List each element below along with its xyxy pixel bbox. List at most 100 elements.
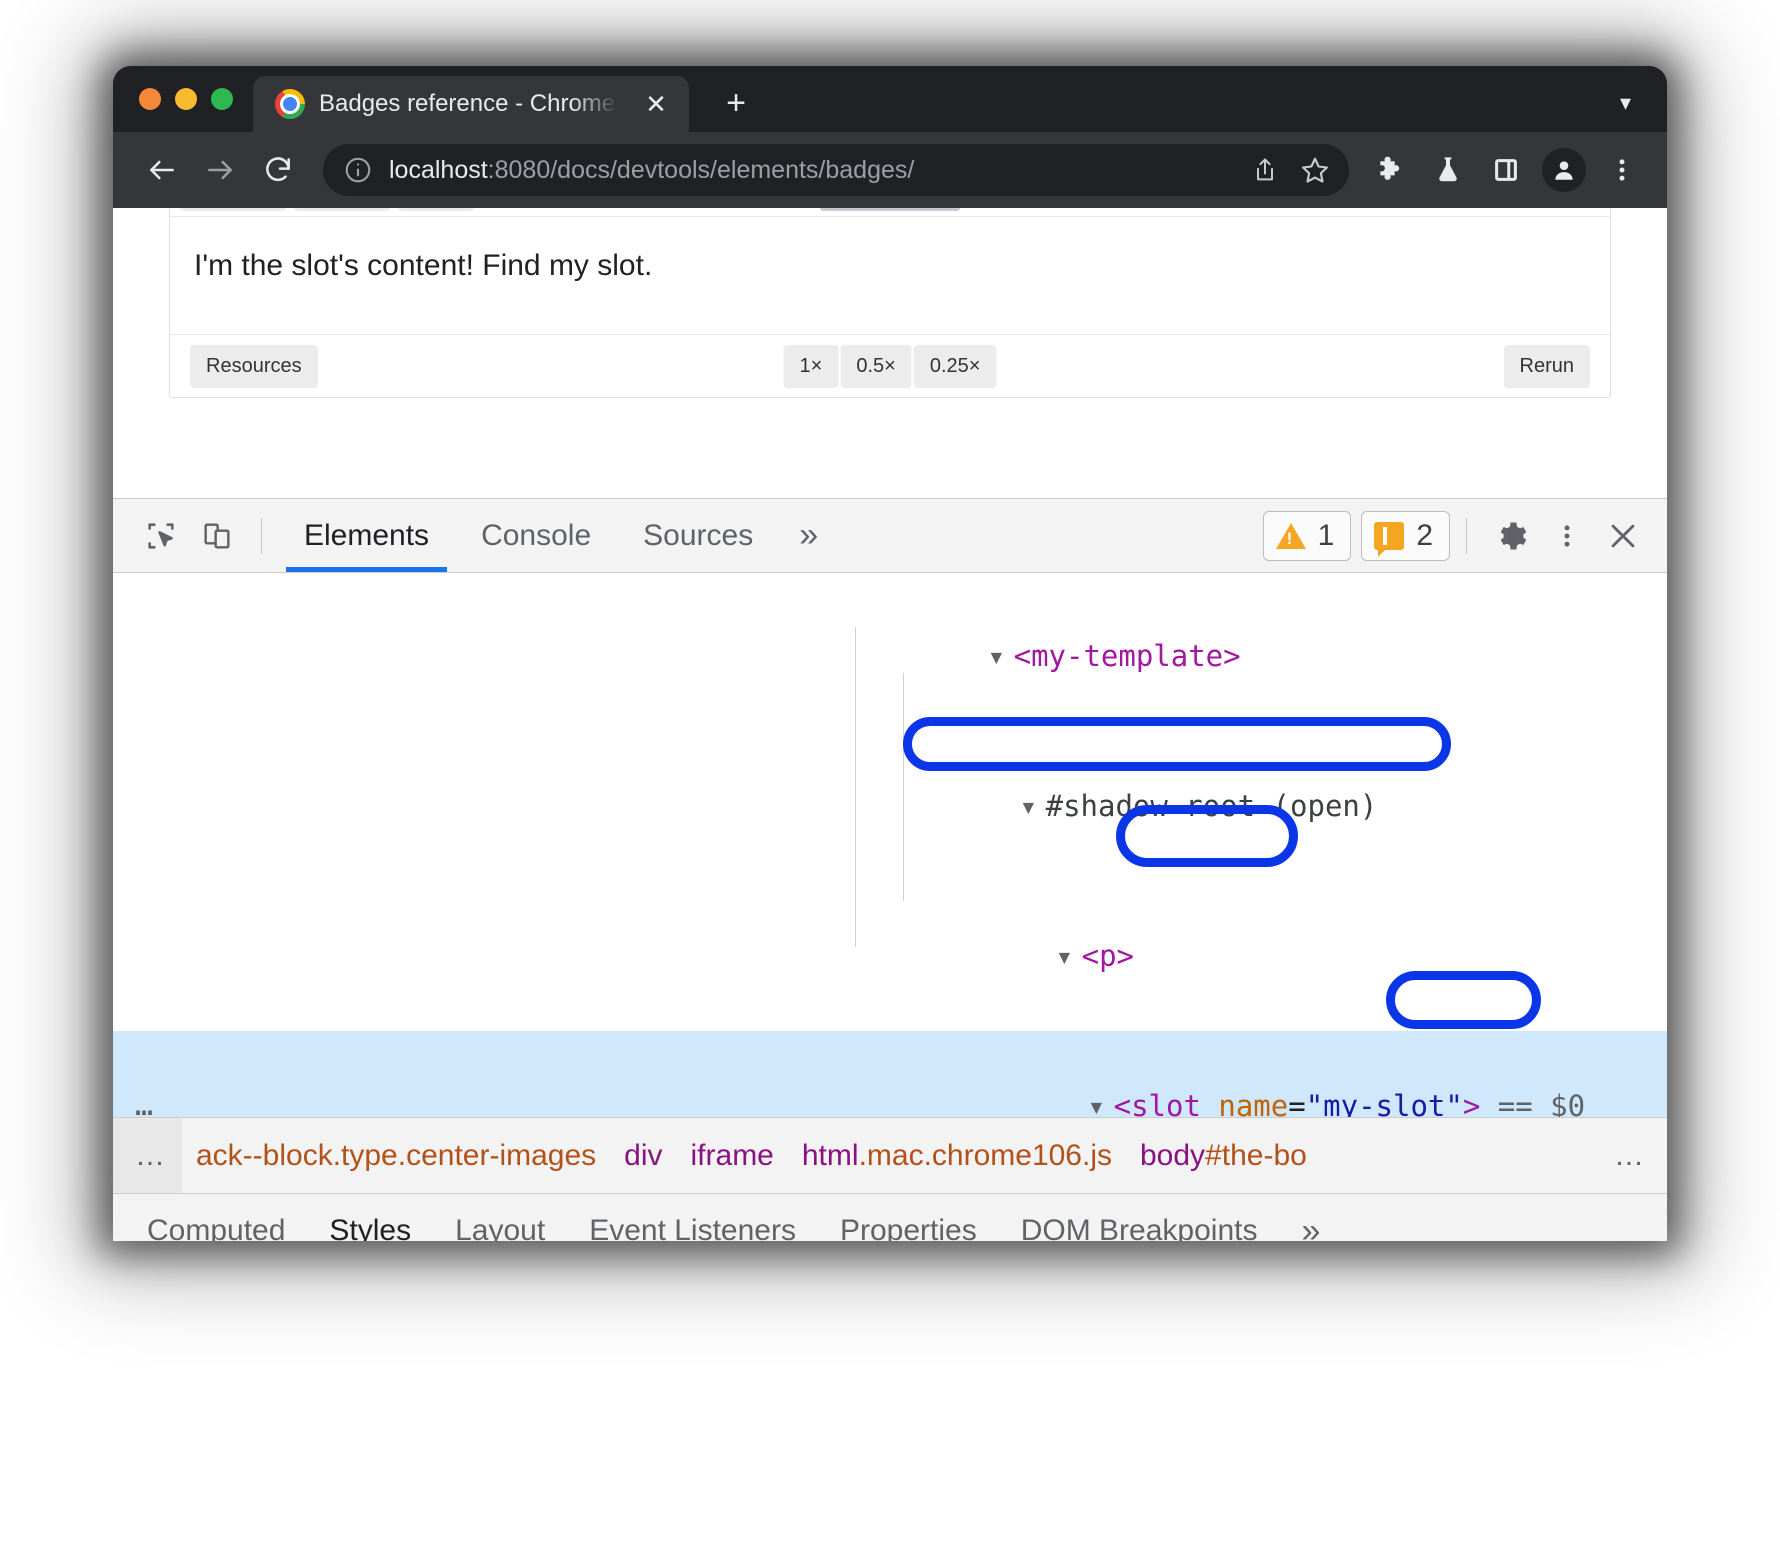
address-bar-url: localhost:8080/docs/devtools/elements/ba… bbox=[389, 156, 1237, 185]
tab-properties[interactable]: Properties bbox=[818, 1194, 999, 1241]
browser-toolbar: localhost:8080/docs/devtools/elements/ba… bbox=[113, 132, 1667, 208]
attr-name: name bbox=[1218, 1089, 1288, 1117]
side-panel-icon[interactable] bbox=[1479, 143, 1533, 197]
rerun-button[interactable]: Rerun bbox=[1504, 345, 1590, 388]
tab-dom-breakpoints[interactable]: DOM Breakpoints bbox=[999, 1194, 1280, 1241]
more-tabs-icon[interactable]: » bbox=[779, 499, 838, 572]
breadcrumb-item-class: .mac.chrome106.js bbox=[859, 1139, 1112, 1172]
tab-elements[interactable]: Elements bbox=[278, 499, 455, 572]
zoom-button-group: 1× 0.5× 0.25× bbox=[784, 345, 997, 388]
issue-bubble-icon bbox=[1374, 522, 1404, 550]
close-icon[interactable] bbox=[1595, 508, 1651, 564]
issues-count: 2 bbox=[1416, 519, 1433, 553]
breadcrumb-item-element: body bbox=[1140, 1139, 1205, 1172]
warning-counter[interactable]: 1 bbox=[1263, 511, 1352, 561]
zoom-0.25x-button[interactable]: 0.25× bbox=[914, 345, 997, 388]
avatar-person-icon bbox=[1542, 148, 1586, 192]
toolbar-divider bbox=[1466, 518, 1467, 554]
expand-triangle-icon[interactable]: ▾ bbox=[1020, 781, 1046, 831]
arrow-right-icon[interactable] bbox=[193, 143, 247, 197]
styles-pane-tab-bar: Computed Styles Layout Event Listeners P… bbox=[113, 1193, 1667, 1241]
tab-styles[interactable]: Styles bbox=[307, 1194, 433, 1241]
expand-triangle-icon[interactable]: ▾ bbox=[1056, 931, 1082, 981]
resources-button[interactable]: Resources bbox=[190, 345, 318, 388]
share-icon[interactable] bbox=[1243, 148, 1287, 192]
address-bar[interactable]: localhost:8080/docs/devtools/elements/ba… bbox=[323, 144, 1349, 196]
star-icon[interactable] bbox=[1293, 148, 1337, 192]
chevron-down-icon[interactable]: ▾ bbox=[1620, 90, 1667, 132]
gear-icon[interactable] bbox=[1483, 508, 1539, 564]
breadcrumb: … ack--block.type.center-images div ifra… bbox=[113, 1117, 1667, 1193]
maximize-window-button[interactable] bbox=[211, 88, 233, 110]
tab-layout[interactable]: Layout bbox=[433, 1194, 567, 1241]
tab-event-listeners[interactable]: Event Listeners bbox=[567, 1194, 818, 1241]
reload-icon[interactable] bbox=[251, 143, 305, 197]
breadcrumb-left-ellipsis[interactable]: … bbox=[113, 1118, 182, 1193]
dom-row-p-open[interactable]: ▾<p> bbox=[113, 881, 1667, 1031]
dom-tree: ▾<my-template> ▾#shadow-root (open) ▾<p>… bbox=[113, 573, 1667, 1117]
arrow-left-icon[interactable] bbox=[135, 143, 189, 197]
plus-icon[interactable]: + bbox=[713, 80, 759, 126]
breadcrumb-item[interactable]: div bbox=[610, 1139, 676, 1173]
puzzle-piece-icon[interactable] bbox=[1363, 143, 1417, 197]
more-sub-tabs-icon[interactable]: » bbox=[1279, 1194, 1342, 1241]
selected-node-marker: == $0 bbox=[1498, 1089, 1585, 1117]
tag-p: <p> bbox=[1082, 939, 1134, 973]
chrome-browser-window: Badges reference - Chrome De ✕ + ▾ bbox=[113, 66, 1667, 1241]
demo-chip[interactable] bbox=[398, 208, 474, 211]
devtools-tab-bar: Elements Console Sources » bbox=[278, 499, 838, 572]
demo-output-area: I'm the slot's content! Find my slot. bbox=[170, 217, 1610, 335]
tab-title: Badges reference - Chrome De bbox=[319, 90, 619, 118]
embedded-demo-frame: ▾ I'm the slot's content! Find my slot. … bbox=[169, 208, 1611, 398]
info-circle-icon[interactable] bbox=[343, 155, 373, 185]
chrome-logo-icon bbox=[275, 89, 305, 119]
issues-counter[interactable]: 2 bbox=[1361, 511, 1450, 561]
tag-slot-open: <slot bbox=[1114, 1089, 1201, 1117]
toolbar-divider bbox=[261, 518, 262, 554]
dom-row-my-template-open[interactable]: ▾<my-template> bbox=[113, 581, 1667, 731]
window-traffic-lights bbox=[113, 66, 253, 132]
tab-computed[interactable]: Computed bbox=[125, 1194, 307, 1241]
tab-console[interactable]: Console bbox=[455, 499, 617, 572]
url-host: localhost bbox=[389, 156, 488, 184]
zoom-1x-button[interactable]: 1× bbox=[784, 345, 839, 388]
three-dot-menu-icon[interactable] bbox=[1595, 143, 1649, 197]
dom-row-shadow-root[interactable]: ▾#shadow-root (open) bbox=[113, 731, 1667, 881]
flask-icon[interactable] bbox=[1421, 143, 1475, 197]
row-ellipsis[interactable]: … bbox=[135, 1091, 156, 1117]
tab-sources[interactable]: Sources bbox=[617, 499, 779, 572]
breadcrumb-item[interactable]: ack--block.type.center-images bbox=[182, 1139, 610, 1173]
attr-value: "my-slot" bbox=[1306, 1089, 1463, 1117]
zoom-0.5x-button[interactable]: 0.5× bbox=[840, 345, 911, 388]
browser-tab[interactable]: Badges reference - Chrome De ✕ bbox=[253, 76, 689, 132]
tag-close-bracket: > bbox=[1463, 1089, 1480, 1117]
shadow-root-label: #shadow-root (open) bbox=[1046, 789, 1378, 823]
tag-my-template: <my-template> bbox=[1014, 639, 1241, 673]
demo-chip[interactable] bbox=[294, 208, 390, 211]
demo-chip-active[interactable] bbox=[820, 208, 960, 211]
breadcrumb-item[interactable]: html.mac.chrome106.js bbox=[788, 1139, 1126, 1173]
demo-chip[interactable] bbox=[180, 208, 286, 211]
breadcrumb-right-ellipsis[interactable]: … bbox=[1594, 1118, 1667, 1193]
warning-count: 1 bbox=[1318, 519, 1335, 553]
device-toolbar-icon[interactable] bbox=[189, 508, 245, 564]
demo-output-text: I'm the slot's content! Find my slot. bbox=[194, 249, 652, 283]
breadcrumb-item[interactable]: iframe bbox=[677, 1139, 788, 1173]
tab-strip: Badges reference - Chrome De ✕ + ▾ bbox=[113, 66, 1667, 132]
breadcrumb-item[interactable]: body#the-bo bbox=[1126, 1139, 1321, 1173]
page-viewport: ▾ I'm the slot's content! Find my slot. … bbox=[113, 208, 1667, 498]
expand-triangle-icon[interactable]: ▾ bbox=[988, 631, 1014, 681]
avatar[interactable] bbox=[1537, 143, 1591, 197]
breadcrumb-item-element: div bbox=[624, 1139, 662, 1172]
breadcrumb-item-element: html bbox=[802, 1139, 859, 1172]
three-dot-menu-icon[interactable] bbox=[1539, 508, 1595, 564]
devtools-panel: Elements Console Sources » 1 2 bbox=[113, 498, 1667, 1241]
inspect-element-icon[interactable] bbox=[133, 508, 189, 564]
minimize-window-button[interactable] bbox=[175, 88, 197, 110]
close-window-button[interactable] bbox=[139, 88, 161, 110]
url-path: :8080/docs/devtools/elements/badges/ bbox=[488, 156, 915, 184]
close-icon[interactable]: ✕ bbox=[639, 87, 673, 121]
dom-row-slot-selected[interactable]: …▾<slot name="my-slot"> == $0 bbox=[113, 1031, 1667, 1117]
breadcrumb-item-class: #the-bo bbox=[1205, 1139, 1307, 1172]
expand-triangle-icon[interactable]: ▾ bbox=[1088, 1081, 1114, 1117]
